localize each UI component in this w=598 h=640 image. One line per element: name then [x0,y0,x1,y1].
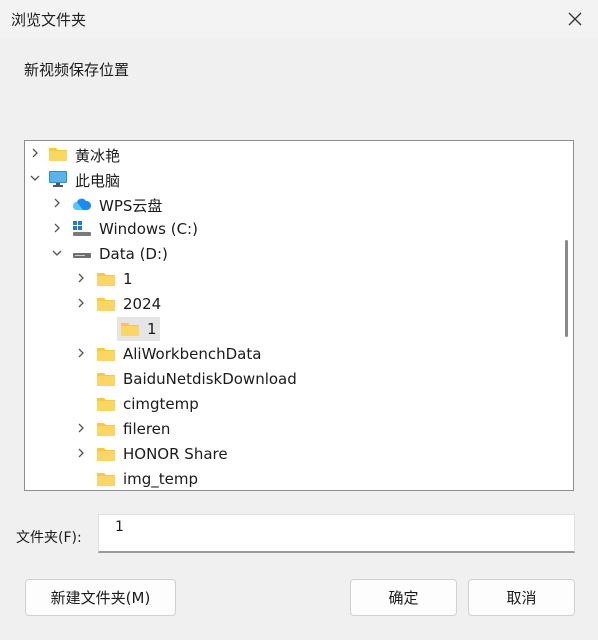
folder-icon [97,298,115,311]
title-bar: 浏览文件夹 [0,0,598,38]
chevron-down-icon[interactable] [50,246,64,260]
drive-icon [73,253,91,258]
scrollbar-thumb[interactable] [565,240,568,337]
tree-item[interactable]: img_temp [25,467,555,490]
tree-item[interactable]: BaiduNetdiskDownload [25,367,555,391]
tree-item[interactable]: cimgtemp [25,392,555,416]
tree-item[interactable]: fileren [25,417,555,441]
folder-input-box[interactable] [98,514,575,553]
tree-item[interactable]: HONOR Share [25,442,555,466]
window-title: 浏览文件夹 [11,11,87,29]
chevron-right-icon[interactable] [50,221,64,235]
tree-item-label: 1 [123,270,133,288]
tree-item-label: HONOR Share [123,445,228,463]
tree-item-label: AliWorkbenchData [123,345,262,363]
windows-drive-icon [73,221,91,236]
close-icon [568,12,582,26]
folder-field-label: 文件夹(F): [16,530,82,546]
tree-item-label: WPS云盘 [99,197,163,215]
cancel-button[interactable]: 取消 [468,579,575,616]
tree-item-label: 此电脑 [75,172,121,190]
folder-icon [97,448,115,461]
folder-icon [97,373,115,386]
cloud-icon [73,198,92,210]
folder-icon [49,148,67,161]
tree-item[interactable]: 1 [25,267,555,291]
tree-item-label: 2024 [123,295,162,313]
tree-item-label: cimgtemp [123,395,199,413]
dialog-description: 新视频保存位置 [24,61,130,79]
chevron-right-icon[interactable] [74,446,88,460]
folder-input[interactable] [115,519,555,535]
tree-item-label: BaiduNetdiskDownload [123,370,297,388]
tree-item[interactable]: Windows (C:) [25,217,555,241]
chevron-down-icon[interactable] [28,171,42,185]
chevron-right-icon[interactable] [74,296,88,310]
folder-tree[interactable]: 黄冰艳 此电脑 WPS云盘 Windows (C:) Data (D:) 1 2… [24,140,574,491]
tree-item-label: Data (D:) [99,245,168,263]
chevron-right-icon[interactable] [74,346,88,360]
folder-icon [97,273,115,286]
tree-item[interactable]: 此电脑 [25,167,555,191]
close-button[interactable] [556,4,594,34]
folder-icon [97,473,115,486]
tree-item-label: 1 [147,320,157,338]
new-folder-button[interactable]: 新建文件夹(M) [25,579,176,616]
folder-icon [121,323,139,336]
chevron-right-icon[interactable] [50,196,64,210]
chevron-right-icon[interactable] [74,421,88,435]
ok-button[interactable]: 确定 [350,579,457,616]
tree-item-label: 黄冰艳 [75,147,121,165]
folder-icon [97,398,115,411]
tree-item-label: fileren [123,420,171,438]
chevron-right-icon[interactable] [28,146,42,160]
computer-icon [49,171,67,187]
chevron-right-icon[interactable] [74,271,88,285]
folder-icon [97,423,115,436]
tree-item-label: Windows (C:) [99,220,198,238]
tree-item[interactable]: 黄冰艳 [25,142,555,166]
tree-item[interactable]: 2024 [25,292,555,316]
tree-item-label: img_temp [123,470,199,488]
tree-item-selected[interactable]: 1 [25,317,555,341]
folder-icon [97,348,115,361]
tree-item[interactable]: AliWorkbenchData [25,342,555,366]
tree-item[interactable]: Data (D:) [25,242,555,266]
tree-item[interactable]: WPS云盘 [25,192,555,216]
